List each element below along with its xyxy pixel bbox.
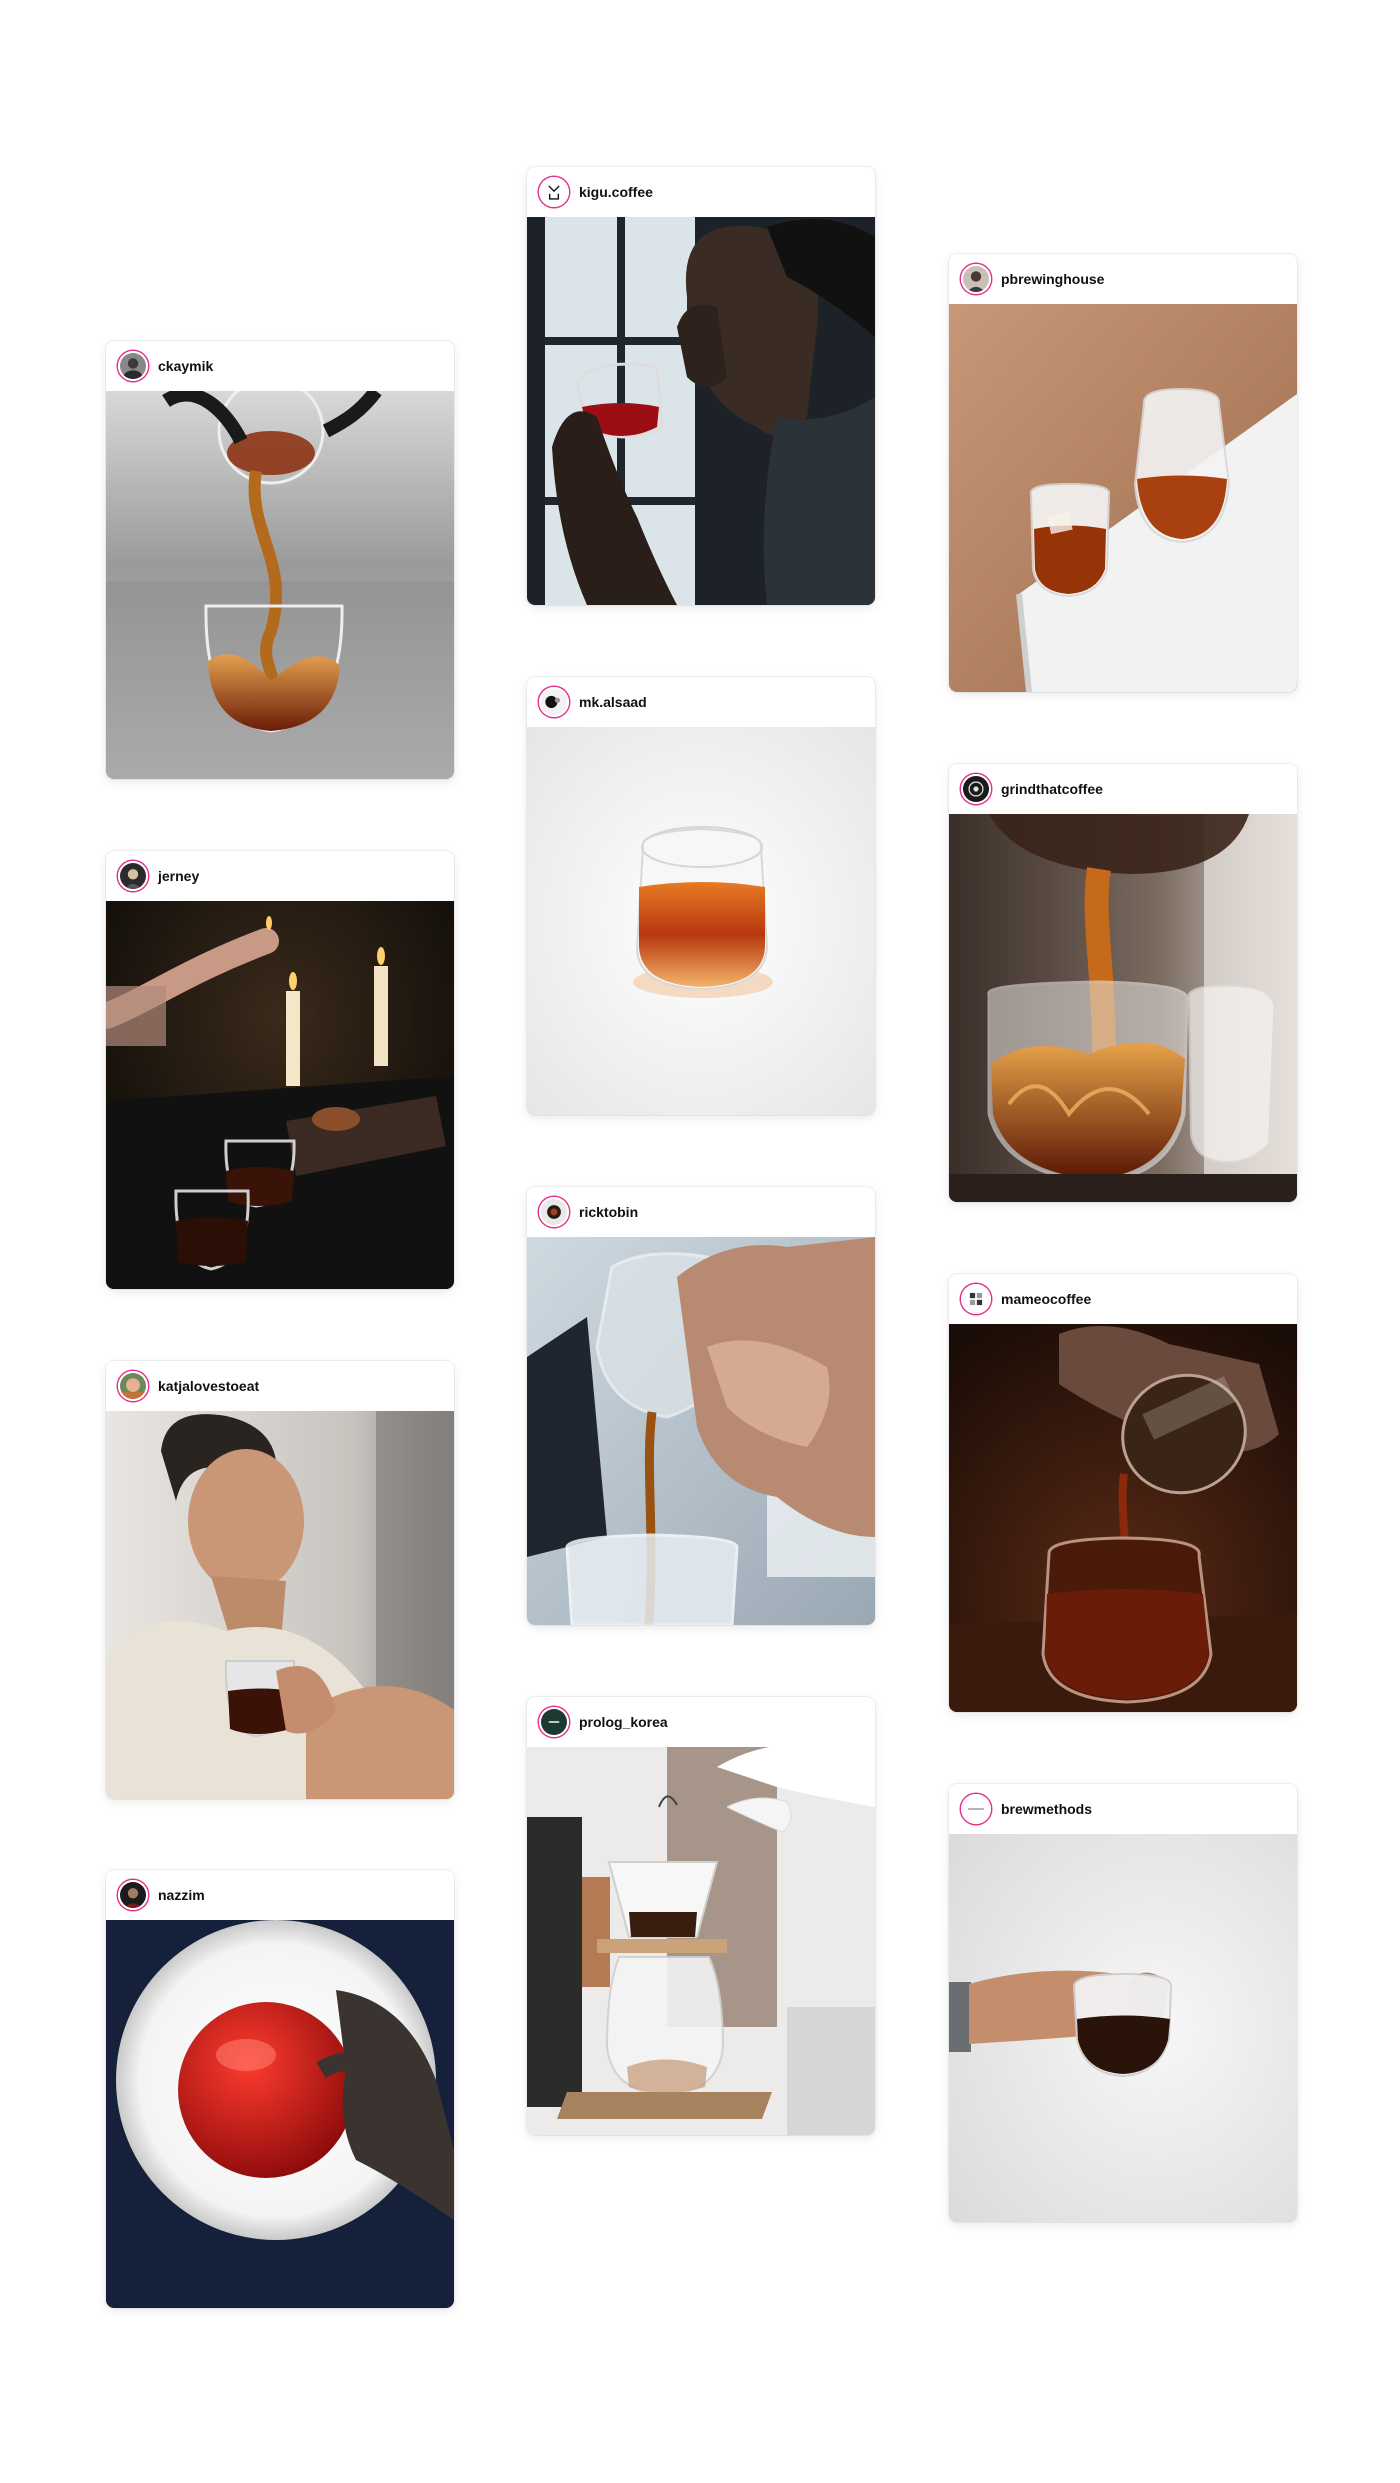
username[interactable]: mameocoffee [1001, 1291, 1091, 1307]
post-photo[interactable] [106, 1411, 454, 1799]
post-header: ricktobin [527, 1187, 875, 1237]
post-photo[interactable] [106, 901, 454, 1289]
post-card[interactable]: ricktobin [527, 1187, 875, 1625]
post-card[interactable]: jerney [106, 851, 454, 1289]
post-header: pbrewinghouse [949, 254, 1297, 304]
avatar[interactable] [539, 1197, 569, 1227]
post-header: mameocoffee [949, 1274, 1297, 1324]
post-photo[interactable] [106, 1920, 454, 2308]
username[interactable]: mk.alsaad [579, 694, 647, 710]
post-header: prolog_korea [527, 1697, 875, 1747]
post-card[interactable]: mk.alsaad [527, 677, 875, 1115]
post-card[interactable]: ckaymik [106, 341, 454, 779]
avatar[interactable] [118, 351, 148, 381]
username[interactable]: nazzim [158, 1887, 205, 1903]
avatar[interactable] [118, 861, 148, 891]
post-photo[interactable] [106, 391, 454, 779]
post-photo[interactable] [949, 1834, 1297, 2222]
post-card[interactable]: nazzim [106, 1870, 454, 2308]
post-header: mk.alsaad [527, 677, 875, 727]
avatar[interactable] [961, 264, 991, 294]
post-card[interactable]: pbrewinghouse [949, 254, 1297, 692]
avatar[interactable] [961, 1794, 991, 1824]
post-photo[interactable] [949, 814, 1297, 1202]
username[interactable]: kigu.coffee [579, 184, 653, 200]
post-photo[interactable] [949, 304, 1297, 692]
avatar[interactable] [539, 687, 569, 717]
post-header: brewmethods [949, 1784, 1297, 1834]
username[interactable]: jerney [158, 868, 199, 884]
username[interactable]: pbrewinghouse [1001, 271, 1104, 287]
username[interactable]: brewmethods [1001, 1801, 1092, 1817]
post-card[interactable]: prolog_korea [527, 1697, 875, 2135]
username[interactable]: ckaymik [158, 358, 213, 374]
post-header: katjalovestoeat [106, 1361, 454, 1411]
post-photo[interactable] [527, 727, 875, 1115]
avatar[interactable] [118, 1880, 148, 1910]
post-photo[interactable] [949, 1324, 1297, 1712]
avatar[interactable] [961, 1284, 991, 1314]
post-card[interactable]: brewmethods [949, 1784, 1297, 2222]
username[interactable]: prolog_korea [579, 1714, 668, 1730]
post-card[interactable]: katjalovestoeat [106, 1361, 454, 1799]
post-header: grindthatcoffee [949, 764, 1297, 814]
avatar[interactable] [539, 1707, 569, 1737]
username[interactable]: grindthatcoffee [1001, 781, 1103, 797]
post-card[interactable]: mameocoffee [949, 1274, 1297, 1712]
post-header: jerney [106, 851, 454, 901]
avatar[interactable] [961, 774, 991, 804]
post-photo[interactable] [527, 217, 875, 605]
post-card[interactable]: kigu.coffee [527, 167, 875, 605]
username[interactable]: ricktobin [579, 1204, 638, 1220]
avatar[interactable] [539, 177, 569, 207]
avatar[interactable] [118, 1371, 148, 1401]
post-photo[interactable] [527, 1237, 875, 1625]
post-header: kigu.coffee [527, 167, 875, 217]
post-header: nazzim [106, 1870, 454, 1920]
post-card[interactable]: grindthatcoffee [949, 764, 1297, 1202]
post-photo[interactable] [527, 1747, 875, 2135]
username[interactable]: katjalovestoeat [158, 1378, 259, 1394]
post-header: ckaymik [106, 341, 454, 391]
